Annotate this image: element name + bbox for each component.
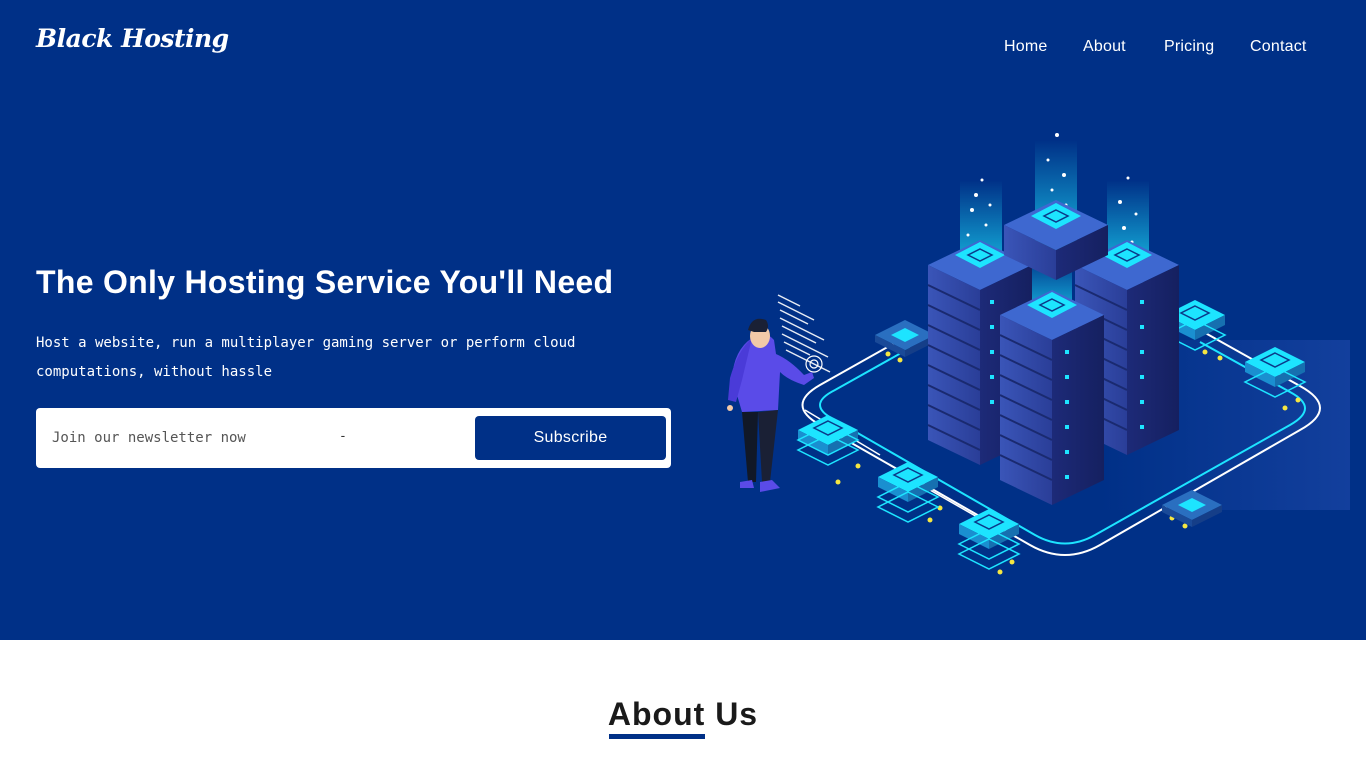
hero-headline: The Only Hosting Service You'll Need xyxy=(36,264,614,300)
newsletter-form: - Subscribe xyxy=(36,408,671,468)
nav-contact-link[interactable]: Contact xyxy=(1250,38,1307,56)
nav-about-link[interactable]: About xyxy=(1083,38,1126,56)
person-figure xyxy=(727,318,814,492)
nav-pricing-link[interactable]: Pricing xyxy=(1164,38,1214,56)
main-nav: Home About Pricing Contact xyxy=(0,38,1366,58)
newsletter-separator: - xyxy=(339,429,347,444)
about-heading-underline xyxy=(609,734,705,739)
hero-section: Black Hosting Home About Pricing Contact… xyxy=(0,0,1366,640)
server-datacenter-illustration xyxy=(727,133,1350,575)
subscribe-button[interactable]: Subscribe xyxy=(475,416,666,460)
newsletter-email-input[interactable] xyxy=(52,426,332,450)
hero-subtext: Host a website, run a multiplayer gaming… xyxy=(36,335,576,380)
about-heading: About Us xyxy=(607,696,759,732)
nav-home-link[interactable]: Home xyxy=(1004,38,1047,56)
